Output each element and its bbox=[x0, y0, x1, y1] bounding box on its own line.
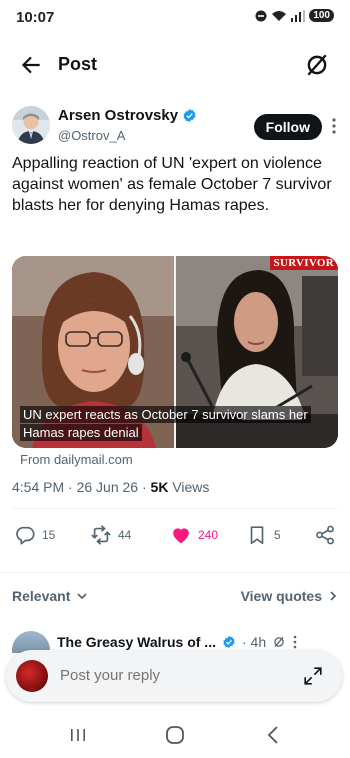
tweet-text: Appalling reaction of UN 'expert on viol… bbox=[12, 155, 332, 214]
more-options-icon[interactable] bbox=[292, 635, 298, 649]
view-quotes-link[interactable]: View quotes bbox=[241, 588, 338, 604]
author-row: Arsen Ostrovsky @Ostrov_A Follow bbox=[12, 106, 342, 150]
tweet-media[interactable]: SURVIVOR UN expert reacts as October 7 s… bbox=[12, 256, 338, 448]
reply-input[interactable] bbox=[60, 667, 260, 684]
expand-icon[interactable] bbox=[302, 665, 324, 687]
author-handle[interactable]: @Ostrov_A bbox=[58, 128, 125, 143]
reply-author: The Greasy Walrus of ... · 4h bbox=[57, 634, 298, 650]
home-icon[interactable] bbox=[163, 724, 187, 746]
back-arrow-icon[interactable] bbox=[18, 52, 44, 78]
reply-time: · 4h bbox=[241, 634, 267, 650]
author-name[interactable]: Arsen Ostrovsky bbox=[58, 107, 197, 124]
repost-count: 44 bbox=[118, 528, 132, 542]
replies-sort-row: Relevant View quotes bbox=[12, 588, 338, 608]
reply-composer bbox=[6, 650, 342, 702]
follow-button[interactable]: Follow bbox=[253, 114, 322, 140]
status-icons: 100 bbox=[255, 9, 334, 22]
verified-badge-icon bbox=[223, 635, 235, 649]
like-count: 240 bbox=[198, 528, 219, 542]
chevron-right-icon bbox=[330, 591, 337, 601]
do-not-disturb-icon bbox=[255, 10, 267, 21]
sort-label: Relevant bbox=[12, 588, 71, 604]
bookmark-count: 5 bbox=[274, 528, 281, 542]
bookmark-button[interactable]: 5 bbox=[246, 524, 281, 546]
top-header: Post bbox=[0, 40, 350, 90]
share-icon bbox=[316, 525, 334, 545]
share-button[interactable] bbox=[314, 524, 336, 546]
status-bar: 10:07 100 bbox=[0, 0, 350, 34]
recent-apps-icon[interactable] bbox=[66, 724, 90, 746]
status-time: 10:07 bbox=[16, 9, 55, 26]
heart-filled-icon bbox=[173, 528, 189, 544]
battery-level: 100 bbox=[309, 9, 334, 22]
author-avatar[interactable] bbox=[12, 106, 50, 144]
grok-icon[interactable] bbox=[304, 52, 330, 78]
author-name-text: Arsen Ostrovsky bbox=[58, 107, 179, 124]
signal-icon bbox=[291, 9, 306, 22]
verified-badge-icon bbox=[183, 108, 196, 123]
reply-button[interactable]: 15 bbox=[14, 524, 55, 546]
system-nav-bar bbox=[0, 712, 350, 758]
reply-author-name: The Greasy Walrus of ... bbox=[57, 634, 216, 650]
view-quotes-label: View quotes bbox=[240, 588, 322, 604]
views-label: Views bbox=[168, 479, 210, 495]
like-button[interactable]: 240 bbox=[170, 524, 218, 546]
repost-button[interactable]: 44 bbox=[90, 524, 131, 546]
chevron-down-icon bbox=[77, 593, 87, 600]
tweet-actions: 15 44 240 5 bbox=[12, 524, 338, 552]
reply-count: 15 bbox=[42, 528, 56, 542]
media-caption: UN expert reacts as October 7 survivor s… bbox=[20, 406, 330, 442]
sort-dropdown[interactable]: Relevant bbox=[12, 588, 88, 604]
tweet-timestamp: 4:54 PM · 26 Jun 26 · bbox=[12, 479, 151, 495]
back-nav-icon[interactable] bbox=[262, 724, 286, 746]
repost-icon bbox=[91, 525, 111, 545]
link-source[interactable]: From dailymail.com bbox=[20, 452, 133, 467]
page-title: Post bbox=[58, 54, 98, 74]
media-caption-text: UN expert reacts as October 7 survivor s… bbox=[20, 406, 311, 441]
more-options-icon[interactable] bbox=[328, 116, 340, 136]
user-avatar bbox=[16, 660, 48, 692]
grok-icon[interactable] bbox=[272, 635, 286, 649]
reply-icon bbox=[16, 526, 35, 545]
bookmark-icon bbox=[250, 526, 264, 545]
views-count[interactable]: 5K bbox=[151, 479, 169, 495]
tweet-meta: 4:54 PM · 26 Jun 26 · 5K Views bbox=[12, 479, 209, 495]
section-divider bbox=[0, 572, 350, 573]
divider bbox=[12, 508, 338, 509]
survivor-tag: SURVIVOR bbox=[269, 256, 338, 270]
wifi-icon bbox=[272, 10, 287, 21]
